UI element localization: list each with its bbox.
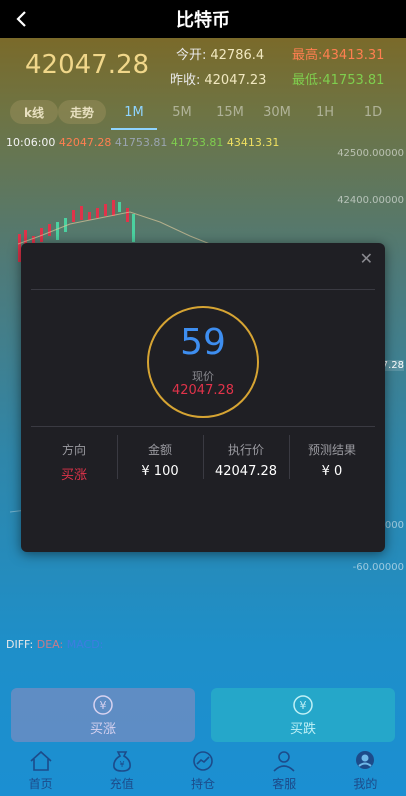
macd-legend: DIFF: DEA: MACD: [6, 638, 104, 651]
close-icon[interactable]: ✕ [360, 249, 373, 268]
quote-panel: 42047.28 今开: 42786.4 最高:43413.31 昨收: 42047… [0, 38, 406, 93]
strike-info: 执行价 42047.28 [214, 443, 278, 479]
tab-trend[interactable]: 走势 [58, 100, 106, 124]
tab-1h[interactable]: 1H [303, 100, 347, 124]
tab-30m[interactable]: 30M [255, 100, 299, 124]
modal-current-price: 42047.28 [171, 383, 235, 398]
current-price: 42047.28 [25, 50, 150, 80]
gauge-icon [193, 751, 213, 771]
countdown-ring: 59 现价 42047.28 [147, 306, 259, 418]
buy-up-button[interactable]: ¥ 买涨 [11, 688, 195, 742]
avatar-icon [356, 751, 375, 769]
low-stat: 最低:41753.81 [292, 73, 385, 88]
bottom-nav: 首页 ¥ 充值 持仓 客服 我的 [0, 746, 406, 796]
yen-coin-icon: ¥ [293, 694, 313, 715]
page-title: 比特币 [176, 10, 230, 31]
countdown-seconds: 59 [180, 322, 226, 363]
direction-info: 方向 买涨 [60, 443, 87, 483]
tab-15m[interactable]: 15M [208, 100, 252, 124]
tab-5m[interactable]: 5M [160, 100, 204, 124]
tab-1d[interactable]: 1D [351, 100, 395, 124]
yen-coin-icon: ¥ [93, 694, 113, 715]
divider [31, 426, 375, 427]
svg-text:¥: ¥ [119, 760, 124, 769]
tab-1m[interactable]: 1M [111, 100, 157, 124]
result-info: 预测结果 ¥ 0 [307, 443, 356, 479]
chevron-left-icon [16, 11, 26, 27]
open-stat: 今开: 42786.4 [176, 48, 265, 63]
divider [31, 289, 375, 290]
tab-kline[interactable]: k线 [10, 100, 58, 124]
nav-mine[interactable]: 我的 [325, 746, 406, 796]
axis-tick: 42500.00000 [337, 148, 404, 159]
nav-positions[interactable]: 持仓 [162, 746, 243, 796]
prev-close-stat: 昨收: 42047.23 [170, 73, 267, 88]
money-bag-icon: ¥ [112, 751, 131, 772]
person-icon [273, 751, 295, 772]
axis-tick: -60.00000 [352, 562, 404, 573]
svg-text:¥: ¥ [300, 699, 307, 712]
buy-down-button[interactable]: ¥ 买跌 [211, 688, 395, 742]
home-icon [30, 750, 52, 771]
period-tabs: k线 走势 1M 5M 15M 30M 1H 1D [0, 96, 406, 128]
high-stat: 最高:43413.31 [292, 48, 385, 63]
back-button[interactable] [10, 7, 32, 31]
current-price-label: 现价 [192, 370, 214, 383]
nav-home[interactable]: 首页 [0, 746, 81, 796]
nav-recharge[interactable]: ¥ 充值 [81, 746, 162, 796]
amount-info: 金额 ¥ 100 [141, 443, 179, 479]
svg-text:¥: ¥ [100, 699, 107, 712]
order-countdown-modal: ✕ 59 现价 42047.28 方向 买涨 金额 ¥ 100 执行价 4204… [21, 243, 385, 552]
active-tab-indicator [111, 128, 157, 130]
top-bar: 比特币 [0, 0, 406, 38]
nav-service[interactable]: 客服 [244, 746, 325, 796]
axis-tick: 42400.00000 [337, 195, 404, 206]
